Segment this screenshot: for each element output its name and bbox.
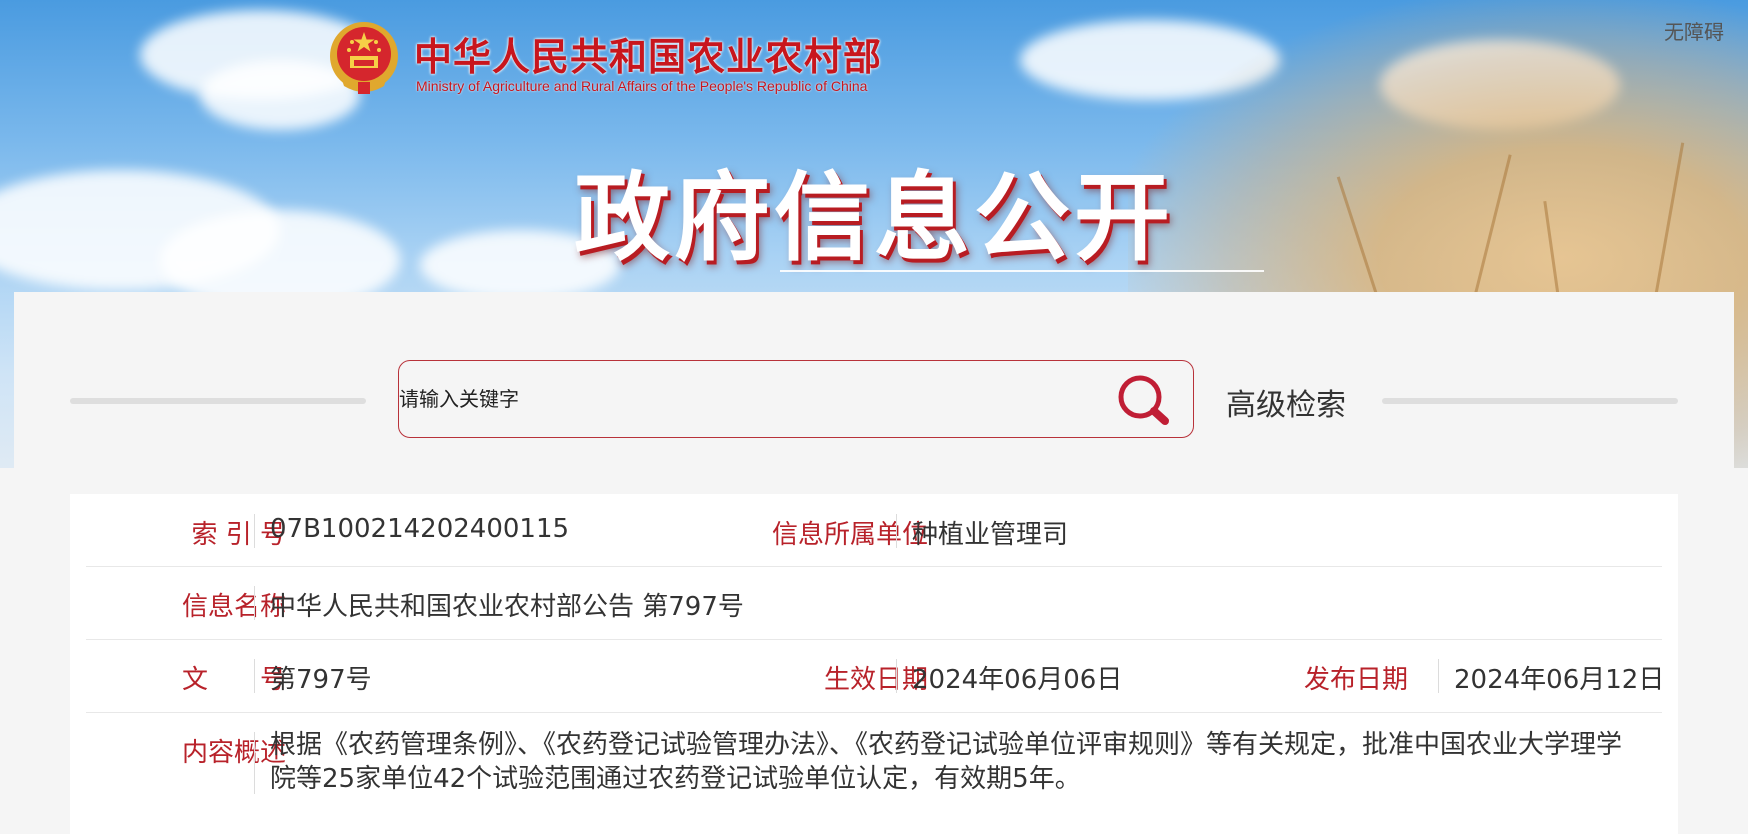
unit-value: 种植业管理司 [912,520,1069,550]
advanced-search-link[interactable]: 高级检索 [1226,380,1346,424]
divider [254,586,255,620]
ministry-name-cn: 中华人民共和国农业农村部 [414,34,883,79]
search-box [398,360,1194,438]
search-divider-right [1382,398,1678,404]
divider [896,659,897,693]
info-table: 索 引 号 07B100214202400115 信息所属单位 种植业管理司 信… [70,494,1678,834]
divider [896,514,897,548]
publish-date-label: 发布日期 [1303,665,1408,695]
unit-label: 信息所属单位 [771,520,928,550]
divider [254,514,255,548]
ministry-name-en: Ministry of Agriculture and Rural Affair… [416,78,868,94]
divider [1438,659,1439,693]
title-underline [780,270,1264,272]
name-value: 中华人民共和国农业农村部公告 第797号 [270,592,744,622]
table-row: 文 号 第797号 生效日期 2024年06月06日 发布日期 2024年06月… [86,639,1665,713]
index-value: 07B100214202400115 [270,514,570,544]
search-divider-left [70,398,366,404]
main-panel: 高级检索 索 引 号 07B100214202400115 信息所属单位 种植业… [14,292,1734,834]
page-title: 政府信息公开 [574,162,1174,274]
summary-value: 根据《农药管理条例》、《农药登记试验管理办法》、《农药登记试验单位评审规则》等有… [270,730,1623,794]
divider [254,732,255,794]
table-row: 内容概述 根据《农药管理条例》、《农药登记试验管理办法》、《农药登记试验单位评审… [86,712,1662,834]
accessibility-link[interactable]: 无障碍 [1664,16,1724,45]
publish-date-value: 2024年06月12日 [1454,665,1665,695]
table-row: 信息名称 中华人民共和国农业农村部公告 第797号 [86,566,1662,640]
national-emblem-icon [330,22,398,94]
effective-date-value: 2024年06月06日 [912,665,1123,695]
doc-number-value: 第797号 [270,665,372,695]
divider [254,659,255,693]
table-row: 索 引 号 07B100214202400115 信息所属单位 种植业管理司 [86,494,1662,567]
search-input[interactable] [399,361,1079,437]
search-icon[interactable] [1115,373,1173,429]
